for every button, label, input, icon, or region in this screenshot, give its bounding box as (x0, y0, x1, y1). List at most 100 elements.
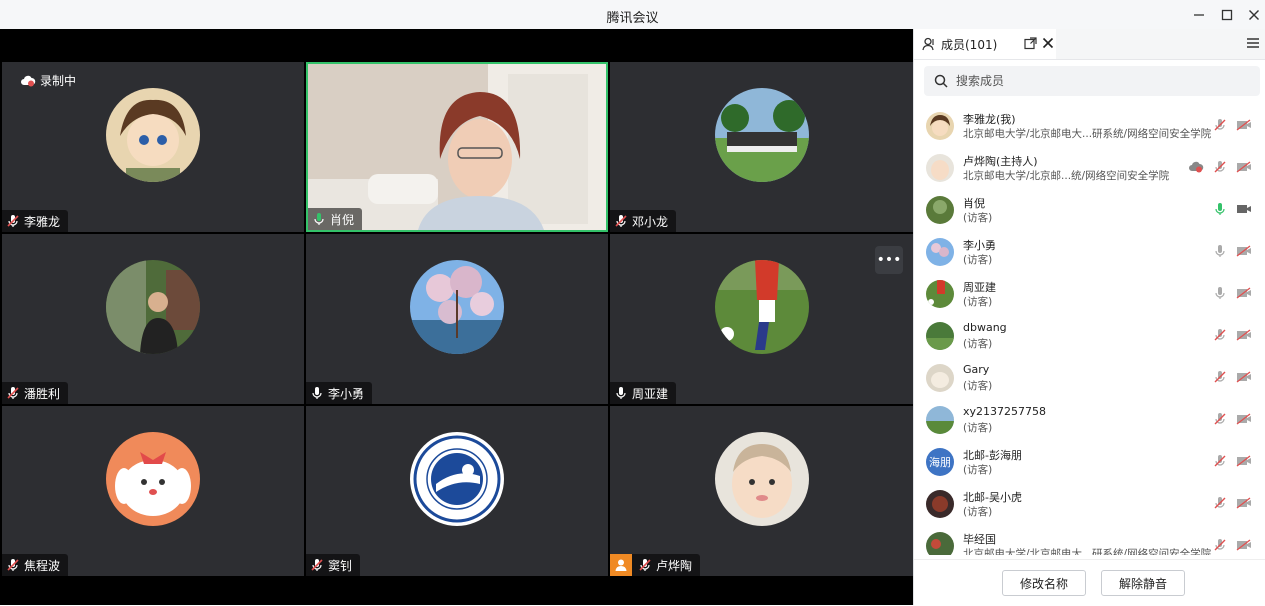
close-icon (1249, 10, 1259, 20)
popout-icon (1024, 37, 1037, 50)
video-tile[interactable]: 李小勇 (306, 234, 608, 404)
members-panel: 成员(101) 李雅龙(我) 北京邮电大学/北京邮电大...研系统/网络空间安全… (913, 29, 1265, 606)
video-tile[interactable]: 邓小龙 (610, 62, 913, 232)
video-tile[interactable]: 卢烨陶 (610, 406, 913, 576)
minimize-button[interactable] (1189, 5, 1209, 25)
avatar (106, 88, 200, 182)
host-badge (610, 554, 632, 576)
mic-active-icon (314, 213, 324, 225)
member-row[interactable]: dbwang (访客) (914, 315, 1265, 357)
member-row[interactable]: 北邮-吴小虎 (访客) (914, 483, 1265, 525)
participant-name: 焦程波 (24, 558, 61, 573)
member-name: dbwang (963, 321, 1007, 334)
hamburger-menu-icon (1247, 38, 1259, 48)
member-status-icons (1214, 496, 1252, 510)
avatar-initials: 海朋 (929, 456, 951, 469)
camera-off-icon (1236, 329, 1251, 341)
mic-muted-icon (7, 215, 19, 227)
baby-photo-avatar-icon (714, 432, 809, 526)
host-person-icon (615, 559, 627, 571)
camera-icon (1237, 205, 1251, 213)
member-row[interactable]: 肖倪 (访客) (914, 189, 1265, 231)
camera-off-icon (1236, 287, 1251, 299)
member-row[interactable]: xy2137257758 (访客) (914, 399, 1265, 441)
avatar (926, 532, 954, 555)
more-options-button[interactable]: ••• (875, 246, 903, 274)
avatar (926, 238, 954, 266)
participant-name: 肖倪 (330, 212, 355, 227)
video-tile[interactable]: 录制中 李雅龙 (2, 62, 304, 232)
member-row[interactable]: 李小勇 (访客) (914, 231, 1265, 273)
avatar (410, 432, 504, 526)
nameplate: 潘胜利 (2, 382, 69, 404)
camera-off-icon (1236, 413, 1251, 425)
member-org: (访客) (963, 422, 993, 434)
video-tile[interactable]: 潘胜利 (2, 234, 304, 404)
member-status-icons (1214, 202, 1252, 216)
search-icon (934, 74, 948, 88)
rename-button[interactable]: 修改名称 (1002, 570, 1086, 596)
member-org: (访客) (963, 380, 993, 392)
blossom-photo-avatar-icon (410, 260, 504, 354)
member-org: 北京邮电大学/北京邮...统/网络空间安全学院 (963, 170, 1170, 182)
mic-muted-icon (1214, 455, 1226, 467)
nameplate: 窦钊 (306, 554, 361, 576)
camera-off-icon (1236, 497, 1251, 509)
avatar (926, 112, 954, 140)
soccer-photo-avatar-icon (714, 260, 809, 354)
nameplate: 卢烨陶 (610, 554, 701, 576)
member-org: (访客) (963, 296, 993, 308)
avatar (926, 280, 954, 308)
cloud-recording-icon (21, 75, 36, 86)
member-list: 李雅龙(我) 北京邮电大学/北京邮电大...研系统/网络空间安全学院 卢烨陶(主… (914, 105, 1265, 555)
member-name: xy2137257758 (963, 405, 1047, 418)
close-icon (1042, 37, 1054, 49)
member-row[interactable]: 周亚建 (访客) (914, 273, 1265, 315)
mic-muted-icon (1214, 539, 1226, 551)
participant-name: 卢烨陶 (656, 558, 693, 573)
member-search-box[interactable] (924, 66, 1260, 96)
member-name: 周亚建 (963, 281, 996, 294)
members-tab-label: 成员(101) (941, 37, 998, 52)
member-status-icons (1214, 286, 1252, 300)
mic-muted-icon (1214, 413, 1226, 425)
video-tile-active-speaker[interactable]: 肖倪 (306, 62, 608, 232)
camera-off-icon (1236, 455, 1251, 467)
member-row[interactable]: 海朋 北邮-彭海朋 (访客) (914, 441, 1265, 483)
video-tile[interactable]: 窦钊 (306, 406, 608, 576)
member-org: (访客) (963, 464, 993, 476)
member-status-icons (1214, 412, 1252, 426)
cloud-recording-icon (1189, 161, 1204, 173)
member-name: 北邮-彭海朋 (963, 449, 1022, 462)
cartoon-dog-avatar-icon (106, 432, 200, 526)
video-tile[interactable]: 焦程波 (2, 406, 304, 576)
tab-members[interactable]: 成员(101) (914, 29, 1056, 59)
member-row[interactable]: Gary (访客) (914, 357, 1265, 399)
minimize-icon (1194, 14, 1204, 16)
avatar (410, 260, 504, 354)
maximize-button[interactable] (1217, 5, 1237, 25)
mic-muted-icon (7, 387, 19, 399)
panel-menu-button[interactable] (1246, 36, 1260, 53)
mic-icon (1215, 245, 1225, 257)
participant-name: 窦钊 (328, 558, 353, 573)
member-search-input[interactable] (954, 73, 1238, 89)
member-name: 卢烨陶(主持人) (963, 155, 1038, 168)
anime-avatar-icon (106, 88, 200, 182)
close-panel-button[interactable] (1042, 37, 1054, 52)
title-bar: 腾讯会议 (0, 0, 1265, 30)
video-tile[interactable]: ••• 周亚建 (610, 234, 913, 404)
recording-indicator: 录制中 (20, 72, 76, 89)
unmute-all-button[interactable]: 解除静音 (1101, 570, 1185, 596)
participant-name: 李小勇 (328, 386, 365, 401)
member-row[interactable]: 李雅龙(我) 北京邮电大学/北京邮电大...研系统/网络空间安全学院 (914, 105, 1265, 147)
participant-name: 潘胜利 (24, 386, 61, 401)
close-button[interactable] (1244, 5, 1264, 25)
avatar (106, 260, 200, 354)
avatar (926, 196, 954, 224)
popout-button[interactable] (1024, 37, 1037, 53)
member-row[interactable]: 卢烨陶(主持人) 北京邮电大学/北京邮...统/网络空间安全学院 (914, 147, 1265, 189)
member-status-icons (1214, 538, 1252, 552)
avatar (714, 260, 809, 354)
member-row[interactable]: 毕经国 北京邮电大学/北京邮电大...研系统/网络空间安全学院 (914, 525, 1265, 555)
